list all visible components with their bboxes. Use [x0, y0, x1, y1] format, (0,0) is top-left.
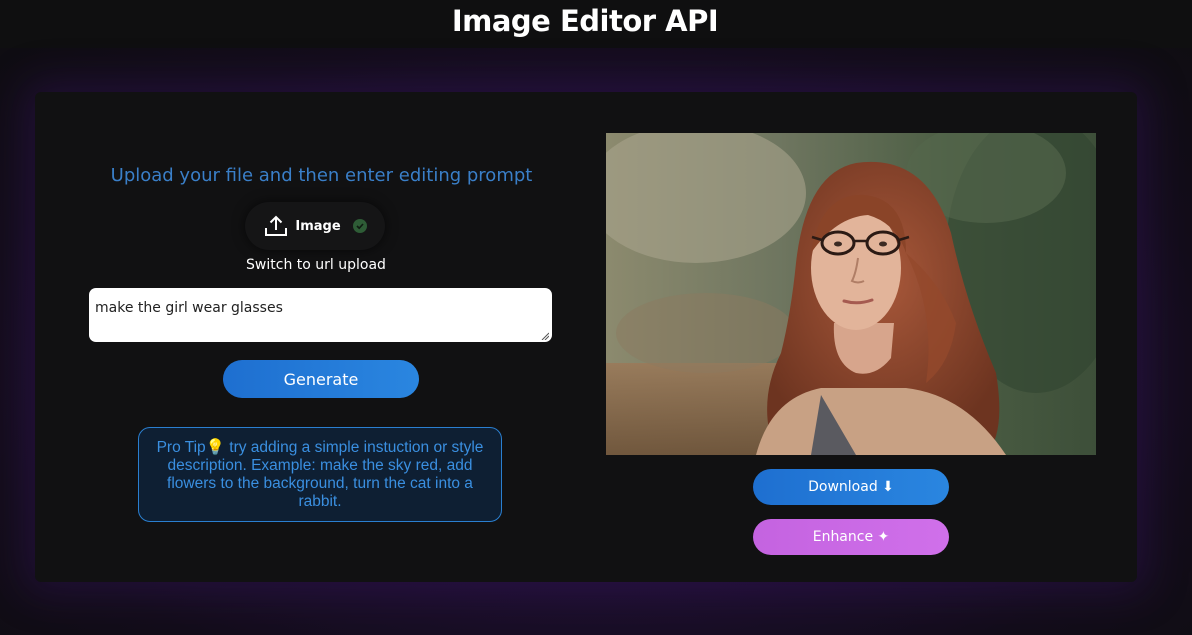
page-title: Image Editor API: [451, 4, 719, 38]
pro-tip-box: Pro Tip💡 try adding a simple instuction …: [138, 427, 502, 522]
upload-button-label: Image: [295, 218, 341, 234]
editor-card: Upload your file and then enter editing …: [35, 92, 1137, 582]
switch-to-url-upload-link[interactable]: Switch to url upload: [165, 257, 467, 273]
resize-grip-icon[interactable]: [541, 332, 549, 340]
enhance-button[interactable]: Enhance ✦: [753, 519, 949, 555]
upload-icon: [263, 214, 289, 238]
result-image: [606, 133, 1096, 455]
generate-button[interactable]: Generate: [223, 360, 419, 398]
image-upload-button[interactable]: Image: [245, 202, 385, 250]
download-button[interactable]: Download ⬇: [753, 469, 949, 505]
upload-instruction: Upload your file and then enter editing …: [110, 165, 533, 186]
prompt-input[interactable]: make the girl wear glasses: [89, 288, 552, 342]
check-circle-icon: [352, 219, 367, 233]
